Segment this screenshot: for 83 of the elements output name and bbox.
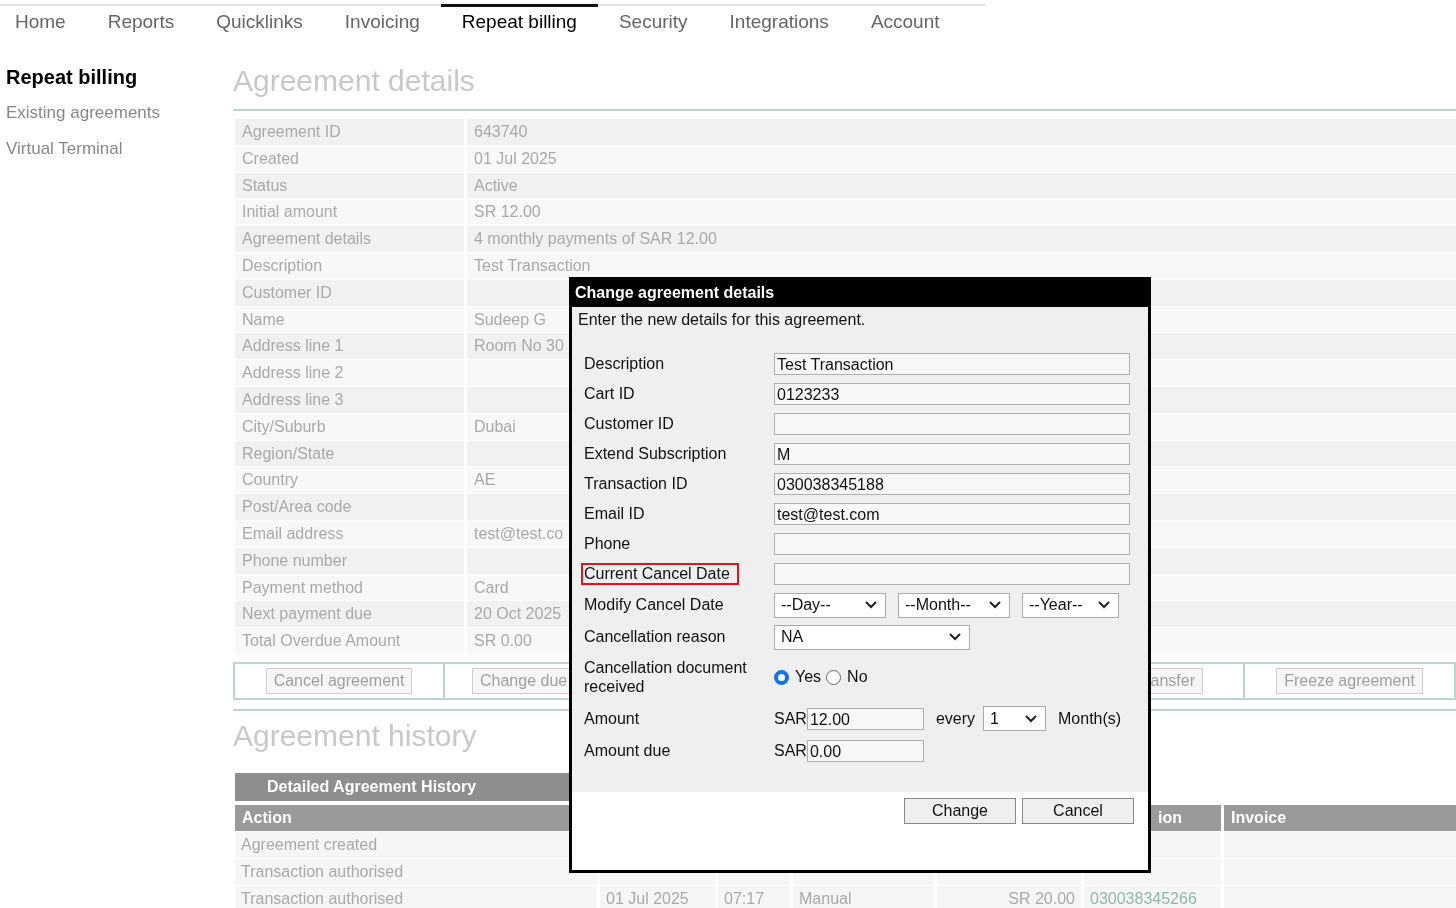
caret-icon <box>949 633 961 641</box>
field-value: Test Transaction <box>467 253 1456 279</box>
nav-tab[interactable]: Repeat billing <box>440 4 598 39</box>
field-value: 643740 <box>467 119 1456 145</box>
nav-tab[interactable]: Quicklinks <box>195 4 324 39</box>
field-label: Address line 3 <box>235 386 464 413</box>
field-label: Next payment due <box>235 601 464 628</box>
unit-label: Month(s) <box>1058 709 1122 728</box>
currency-label: SAR <box>774 709 807 728</box>
field-label: Status <box>235 172 464 199</box>
caret-icon <box>989 601 1001 609</box>
sidebar-title: Repeat billing <box>6 66 139 89</box>
nav-tab[interactable]: Reports <box>86 4 196 39</box>
field-label: Total Overdue Amount <box>235 628 464 654</box>
input-field[interactable]: test@test.com <box>774 503 1130 525</box>
input-field[interactable] <box>774 533 1130 555</box>
dropdown[interactable]: NA <box>774 624 970 650</box>
form-label: Cart ID <box>583 384 636 404</box>
table-cell: Transaction authorised <box>235 885 597 908</box>
field-label: Address line 1 <box>235 333 464 360</box>
field-label: Phone number <box>235 547 464 574</box>
field-label: Country <box>235 467 464 494</box>
field-label: Agreement details <box>235 226 464 252</box>
nav-tab[interactable]: Integrations <box>708 4 850 39</box>
caret-icon <box>1025 714 1038 723</box>
sidebar-link[interactable]: Virtual Terminal <box>6 139 233 159</box>
every-label: every <box>935 709 976 728</box>
input-field[interactable]: 0123233 <box>774 383 1130 405</box>
radio-option[interactable]: No <box>826 668 868 686</box>
dialog-button[interactable]: Cancel <box>1022 798 1134 824</box>
column-header: Invoice <box>1224 804 1456 831</box>
field-label: Agreement ID <box>235 119 464 145</box>
form-label: Customer ID <box>583 414 675 434</box>
field-label: Payment method <box>235 574 464 601</box>
field-label: City/Suburb <box>235 413 464 440</box>
field-value: 4 monthly payments of SAR 12.00 <box>467 226 1456 252</box>
dialog-button[interactable]: Change <box>904 798 1016 824</box>
field-label: Name <box>235 306 464 333</box>
input-field[interactable]: 12.00 <box>806 707 924 730</box>
table-cell: 01 Jul 2025 <box>600 885 715 908</box>
field-value: 01 Jul 2025 <box>467 145 1456 172</box>
dropdown[interactable]: --Day-- <box>774 592 886 618</box>
dialog-title: Change agreement details <box>569 277 1151 307</box>
table-cell: Transaction authorised <box>235 858 597 885</box>
input-field[interactable]: 0.00 <box>806 740 924 762</box>
field-label: Address line 2 <box>235 360 464 386</box>
form-label: Cancellation document received <box>583 658 748 697</box>
field-value: Active <box>467 172 1456 199</box>
form-label: Transaction ID <box>583 474 689 494</box>
radio-option[interactable]: Yes <box>774 668 822 686</box>
sidebar-link[interactable]: Existing agreements <box>6 103 233 123</box>
dropdown[interactable]: 1 <box>983 706 1047 731</box>
form-label: Current Cancel Date <box>581 563 739 585</box>
input-field[interactable]: Test Transaction <box>774 353 1130 375</box>
field-label: Description <box>235 253 464 279</box>
table-cell: 07:17 <box>718 885 790 908</box>
table-cell: SR 20.00 <box>937 885 1081 908</box>
dialog-intro: Enter the new details for this agreement. <box>578 311 867 329</box>
field-label: Created <box>235 145 464 172</box>
form-label: Cancellation reason <box>583 627 727 647</box>
field-label: Region/State <box>235 440 464 467</box>
nav-tab[interactable]: Account <box>849 4 961 39</box>
field-value: SR 12.00 <box>467 199 1456 226</box>
form-label: Extend Subscription <box>583 444 728 464</box>
input-field[interactable]: 030038345188 <box>774 473 1130 495</box>
input-field[interactable] <box>774 563 1130 585</box>
field-label: Email address <box>235 520 464 547</box>
nav-tab[interactable]: Invoicing <box>323 4 441 39</box>
input-field[interactable] <box>774 413 1130 435</box>
caret-icon <box>865 601 877 609</box>
field-label: Initial amount <box>235 199 464 226</box>
table-cell: Manual <box>793 885 934 908</box>
input-field[interactable]: M <box>774 443 1130 465</box>
form-label: Amount due <box>583 741 672 761</box>
dropdown[interactable]: --Year-- <box>1022 592 1119 618</box>
dropdown[interactable]: --Month-- <box>898 592 1010 618</box>
form-label: Amount <box>583 708 641 729</box>
currency-label: SAR <box>774 742 807 760</box>
caret-icon <box>1098 601 1110 609</box>
nav-tab[interactable]: Security <box>597 4 709 39</box>
field-label: Post/Area code <box>235 494 464 520</box>
field-label: Customer ID <box>235 279 464 306</box>
nav-tab[interactable]: Home <box>0 4 87 39</box>
